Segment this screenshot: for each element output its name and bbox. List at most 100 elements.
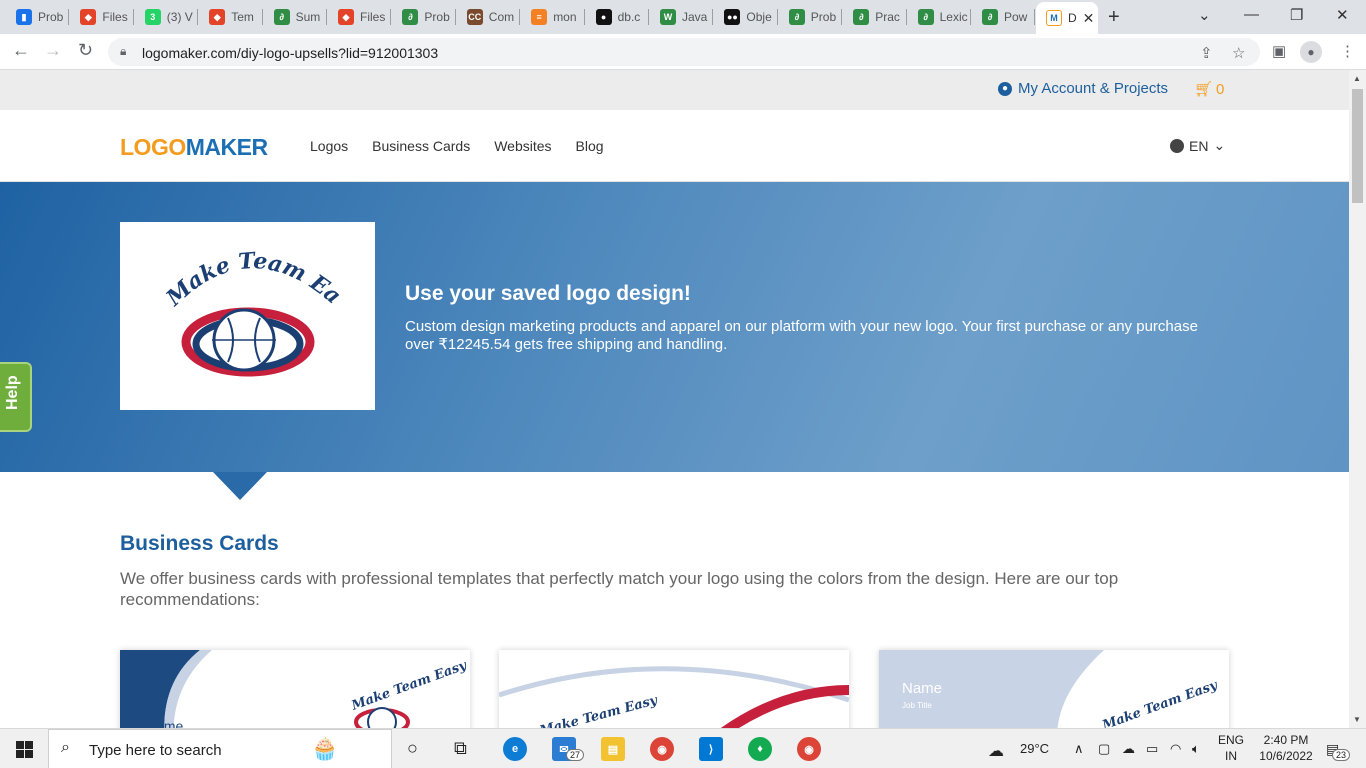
profile-avatar-icon[interactable]: ● xyxy=(1300,41,1322,63)
business-cards-title: Business Cards xyxy=(120,532,279,555)
onedrive-icon[interactable]: ☁ xyxy=(1122,741,1135,757)
address-bar[interactable]: 🔒︎ logomaker.com/diy-logo-upsells?lid=91… xyxy=(108,38,1260,66)
site-header: LOGOMAKER Logos Business Cards Websites … xyxy=(0,110,1349,182)
saved-logo-preview[interactable]: Make Team Easy xyxy=(113,202,375,410)
tab-favicon-icon: ◆ xyxy=(80,9,97,25)
browser-tab[interactable]: ∂ Prac xyxy=(843,4,905,30)
bookmark-star-icon[interactable]: ☆ xyxy=(1232,44,1245,62)
baseball-logo-image: Make Team Easy xyxy=(113,202,346,377)
close-tab-icon[interactable]: ✕ xyxy=(1083,10,1095,27)
browser-tab[interactable]: ∂ Sum xyxy=(264,4,326,30)
lang-line-2: IN xyxy=(1225,749,1237,763)
tab-favicon-icon: ∂ xyxy=(402,9,419,25)
logomaker-logo[interactable]: LOGOMAKER xyxy=(120,134,268,161)
logo-part-2: MAKER xyxy=(185,134,268,160)
browser-toolbar: ← → ↻ 🔒︎ logomaker.com/diy-logo-upsells?… xyxy=(0,34,1366,70)
hero-description: Custom design marketing products and app… xyxy=(405,318,1198,353)
forward-icon[interactable]: → xyxy=(44,40,62,61)
wifi-icon[interactable]: ◠ xyxy=(1170,741,1181,757)
task-view-icon[interactable]: ⧉ xyxy=(454,738,467,759)
cart-link[interactable]: 🛒︎ 0 xyxy=(1194,80,1224,99)
menu-icon[interactable]: ⋮ xyxy=(1340,42,1355,60)
browser-tab[interactable]: CC Com xyxy=(457,4,519,30)
scrollbar-thumb[interactable] xyxy=(1352,89,1363,203)
nav-websites[interactable]: Websites xyxy=(494,138,551,154)
volume-icon[interactable]: 🔈︎ xyxy=(1192,741,1200,757)
browser-tab[interactable]: 3 (3) V xyxy=(135,4,197,30)
active-tab[interactable]: M D ✕ xyxy=(1036,2,1098,34)
file-explorer-icon[interactable]: ▤ xyxy=(601,737,625,761)
help-tab-button[interactable]: Help xyxy=(0,362,32,432)
globe-icon xyxy=(1170,138,1184,153)
business-card-template-3[interactable]: Make Team Easy Name Job Title xyxy=(879,650,1229,728)
restore-icon[interactable]: ❐ xyxy=(1290,6,1303,24)
system-clock[interactable]: 2:40 PM 10/6/2022 xyxy=(1250,732,1322,764)
tab-separator xyxy=(390,9,392,25)
logo-text: Make Team Easy xyxy=(113,202,346,312)
taskbar-search-placeholder: Type here to search xyxy=(89,742,222,759)
page-scrollbar[interactable]: ▲ ▼ xyxy=(1349,70,1366,728)
url-text[interactable]: logomaker.com/diy-logo-upsells?lid=91200… xyxy=(142,45,438,61)
browser-tab[interactable]: W Java xyxy=(650,4,712,30)
logo-part-1: LOGO xyxy=(120,134,186,160)
close-window-icon[interactable]: ✕ xyxy=(1336,6,1349,24)
browser-tab[interactable]: ∂ Prob xyxy=(392,4,454,30)
mongodb-compass-icon[interactable]: ♦ xyxy=(748,737,772,761)
browser-tab[interactable]: ◆ Files xyxy=(328,4,390,30)
card-1-preview: Make Team Easy xyxy=(120,650,470,728)
language-selector[interactable]: EN ⌄ xyxy=(1170,137,1225,154)
chrome-profile-icon[interactable]: ◉ xyxy=(797,737,821,761)
nav-blog[interactable]: Blog xyxy=(576,138,604,154)
chrome-icon[interactable]: ◉ xyxy=(650,737,674,761)
business-card-template-1[interactable]: Make Team Easy Name xyxy=(120,650,470,728)
back-icon[interactable]: ← xyxy=(12,40,30,61)
tab-separator xyxy=(970,9,971,25)
scroll-down-icon[interactable]: ▼ xyxy=(1353,715,1361,724)
logomaker-favicon-icon: M xyxy=(1046,10,1062,26)
tab-separator xyxy=(197,9,199,25)
browser-tab[interactable]: ∂ Pow xyxy=(972,4,1034,30)
tab-separator xyxy=(454,9,456,25)
weather-icon[interactable]: ☁ xyxy=(988,741,1004,761)
notification-badge: 23 xyxy=(1332,749,1351,761)
battery-icon[interactable]: ▭ xyxy=(1146,741,1158,757)
tab-favicon-icon: ∂ xyxy=(853,9,870,25)
browser-tab[interactable]: ≡ mon xyxy=(521,4,583,30)
business-card-template-2[interactable]: Make Team Easy xyxy=(499,650,849,728)
tray-chevron-up-icon[interactable]: ∧ xyxy=(1074,741,1084,757)
browser-tab[interactable]: ● db.c xyxy=(586,4,648,30)
browser-tab[interactable]: ●● Obje xyxy=(714,4,776,30)
browser-tab[interactable]: ∂ Prob xyxy=(779,4,841,30)
tab-label: (3) V xyxy=(166,10,193,24)
new-tab-button[interactable]: + xyxy=(1108,6,1120,29)
scroll-up-icon[interactable]: ▲ xyxy=(1353,74,1361,83)
my-account-label: My Account & Projects xyxy=(1018,80,1169,97)
tab-favicon-icon: W xyxy=(660,9,676,25)
vscode-icon[interactable]: ⟩ xyxy=(699,737,723,761)
reload-icon[interactable]: ↻ xyxy=(78,40,93,61)
tray-app-icon[interactable]: ▢ xyxy=(1098,741,1110,757)
tab-label: Files xyxy=(102,10,128,24)
taskbar-search-box[interactable]: ⌕ Type here to search 🧁 xyxy=(48,729,392,768)
browser-tab[interactable]: ∂ Lexic xyxy=(908,4,970,30)
side-panel-icon[interactable]: ▣ xyxy=(1272,42,1286,60)
browser-tab[interactable]: ◆ Tem xyxy=(199,4,261,30)
tab-search-icon[interactable]: ⌄ xyxy=(1198,6,1211,24)
browser-tab[interactable]: ◆ Files xyxy=(70,4,132,30)
windows-start-icon[interactable] xyxy=(16,741,33,758)
weather-temp[interactable]: 29°C xyxy=(1020,741,1049,756)
minimize-icon[interactable]: — xyxy=(1244,6,1259,23)
tab-label: Tem xyxy=(231,10,254,24)
card-3-job-title: Job Title xyxy=(902,701,932,710)
tab-separator xyxy=(712,9,714,25)
browser-tab[interactable]: ▮ Prob xyxy=(6,4,68,30)
cortana-icon[interactable]: ○ xyxy=(407,738,418,759)
language-indicator[interactable]: ENG IN xyxy=(1216,732,1246,764)
nav-logos[interactable]: Logos xyxy=(310,138,348,154)
tab-separator xyxy=(68,9,70,25)
my-account-link[interactable]: ● My Account & Projects xyxy=(998,80,1168,97)
edge-icon[interactable]: e xyxy=(503,737,527,761)
share-icon[interactable]: ⇪ xyxy=(1200,44,1213,62)
nav-business-cards[interactable]: Business Cards xyxy=(372,138,470,154)
tab-label: db.c xyxy=(617,10,641,24)
